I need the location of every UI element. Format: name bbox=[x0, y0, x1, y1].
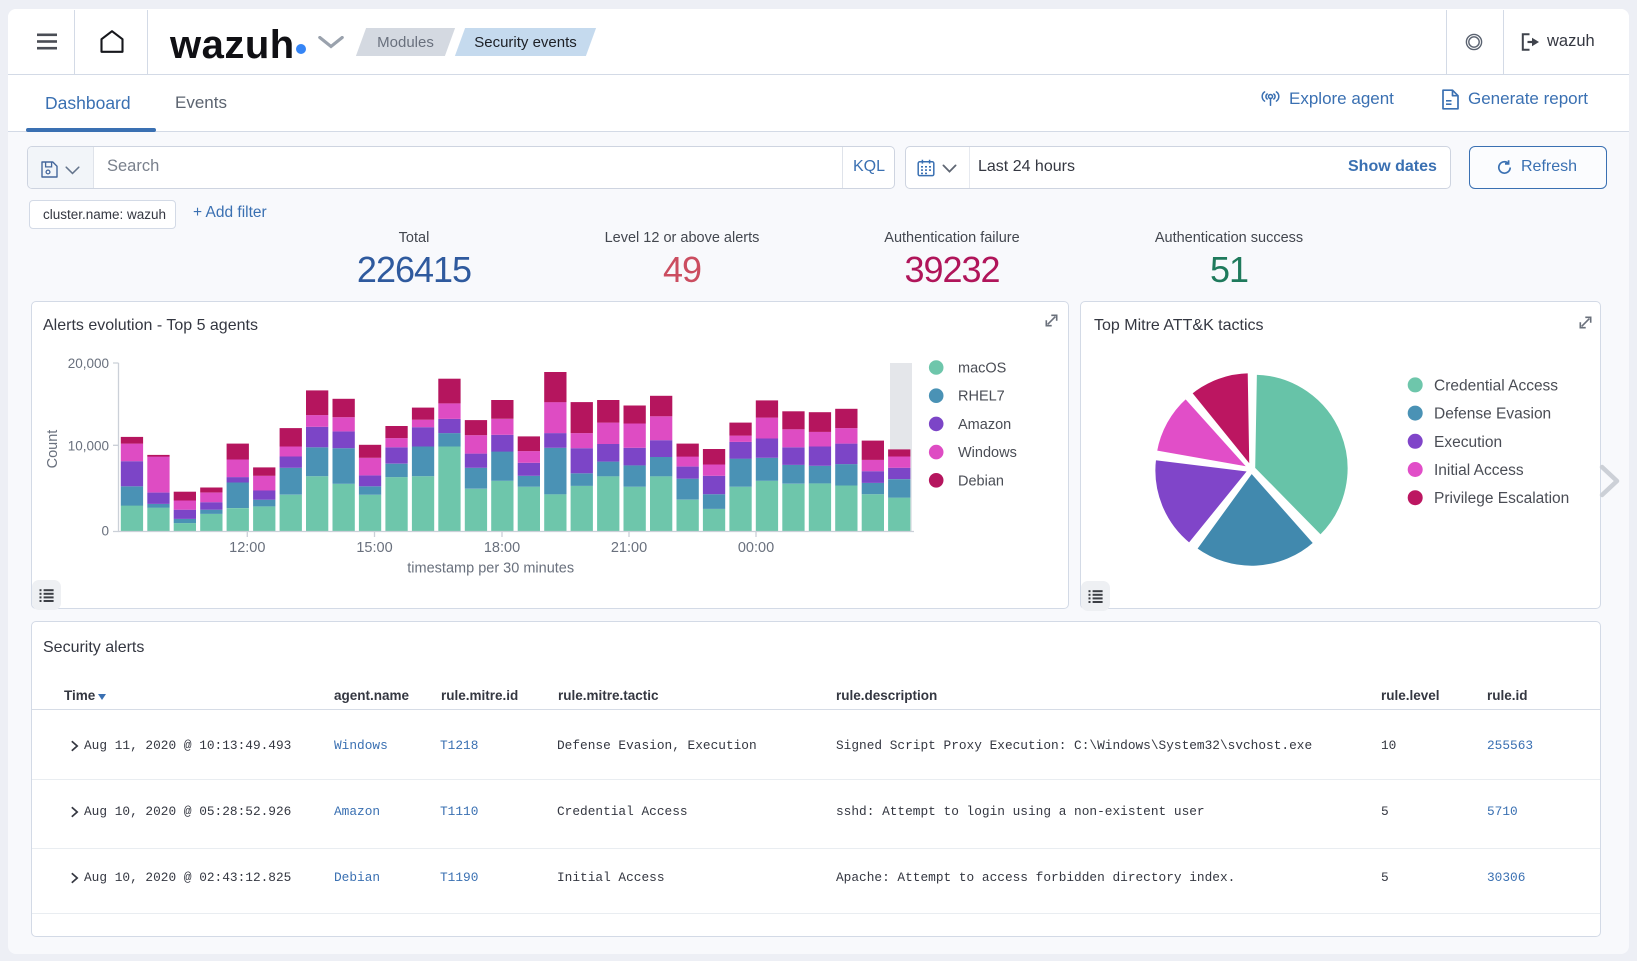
svg-text:Defense Evasion: Defense Evasion bbox=[1434, 406, 1551, 423]
svg-text:00:00: 00:00 bbox=[738, 540, 774, 556]
svg-text:Count: Count bbox=[45, 430, 61, 469]
svg-text:Credential Access: Credential Access bbox=[1434, 377, 1558, 394]
svg-text:15:00: 15:00 bbox=[356, 540, 392, 556]
svg-text:RHEL7: RHEL7 bbox=[958, 389, 1005, 405]
svg-text:18:00: 18:00 bbox=[484, 540, 520, 556]
svg-text:macOS: macOS bbox=[958, 361, 1006, 377]
svg-text:Execution: Execution bbox=[1434, 434, 1502, 451]
svg-text:0: 0 bbox=[101, 524, 109, 539]
svg-text:Initial Access: Initial Access bbox=[1434, 462, 1524, 479]
svg-text:10,000: 10,000 bbox=[68, 438, 109, 453]
svg-text:timestamp per 30 minutes: timestamp per 30 minutes bbox=[407, 561, 574, 577]
svg-text:Amazon: Amazon bbox=[958, 417, 1011, 433]
svg-text:21:00: 21:00 bbox=[611, 540, 647, 556]
svg-text:Privilege Escalation: Privilege Escalation bbox=[1434, 490, 1569, 507]
svg-text:Debian: Debian bbox=[958, 473, 1004, 489]
svg-text:Windows: Windows bbox=[958, 445, 1017, 461]
svg-text:12:00: 12:00 bbox=[229, 540, 265, 556]
svg-text:20,000: 20,000 bbox=[68, 356, 109, 371]
